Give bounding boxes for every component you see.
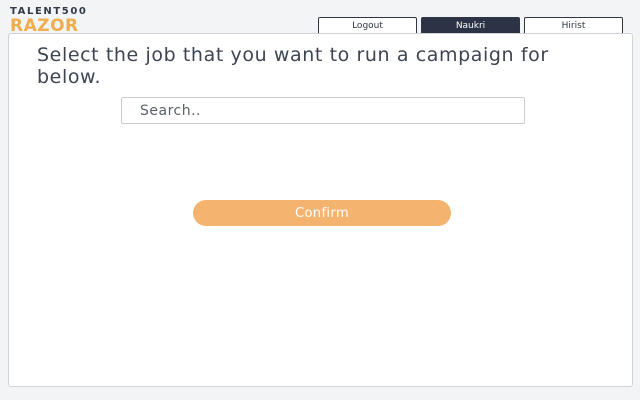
confirm-button[interactable]: Confirm — [193, 200, 451, 226]
brand-logo: TALENT500 RAZOR — [10, 7, 87, 35]
search-input[interactable] — [121, 97, 525, 124]
tab-hirist[interactable]: Hirist — [524, 17, 623, 34]
main-panel: Select the job that you want to run a ca… — [8, 33, 633, 387]
tab-naukri[interactable]: Naukri — [421, 17, 520, 34]
top-tabs: Logout Naukri Hirist — [318, 17, 623, 34]
app-root: TALENT500 RAZOR Logout Naukri Hirist Sel… — [0, 0, 640, 400]
logout-tab[interactable]: Logout — [318, 17, 417, 34]
page-title: Select the job that you want to run a ca… — [37, 44, 549, 88]
